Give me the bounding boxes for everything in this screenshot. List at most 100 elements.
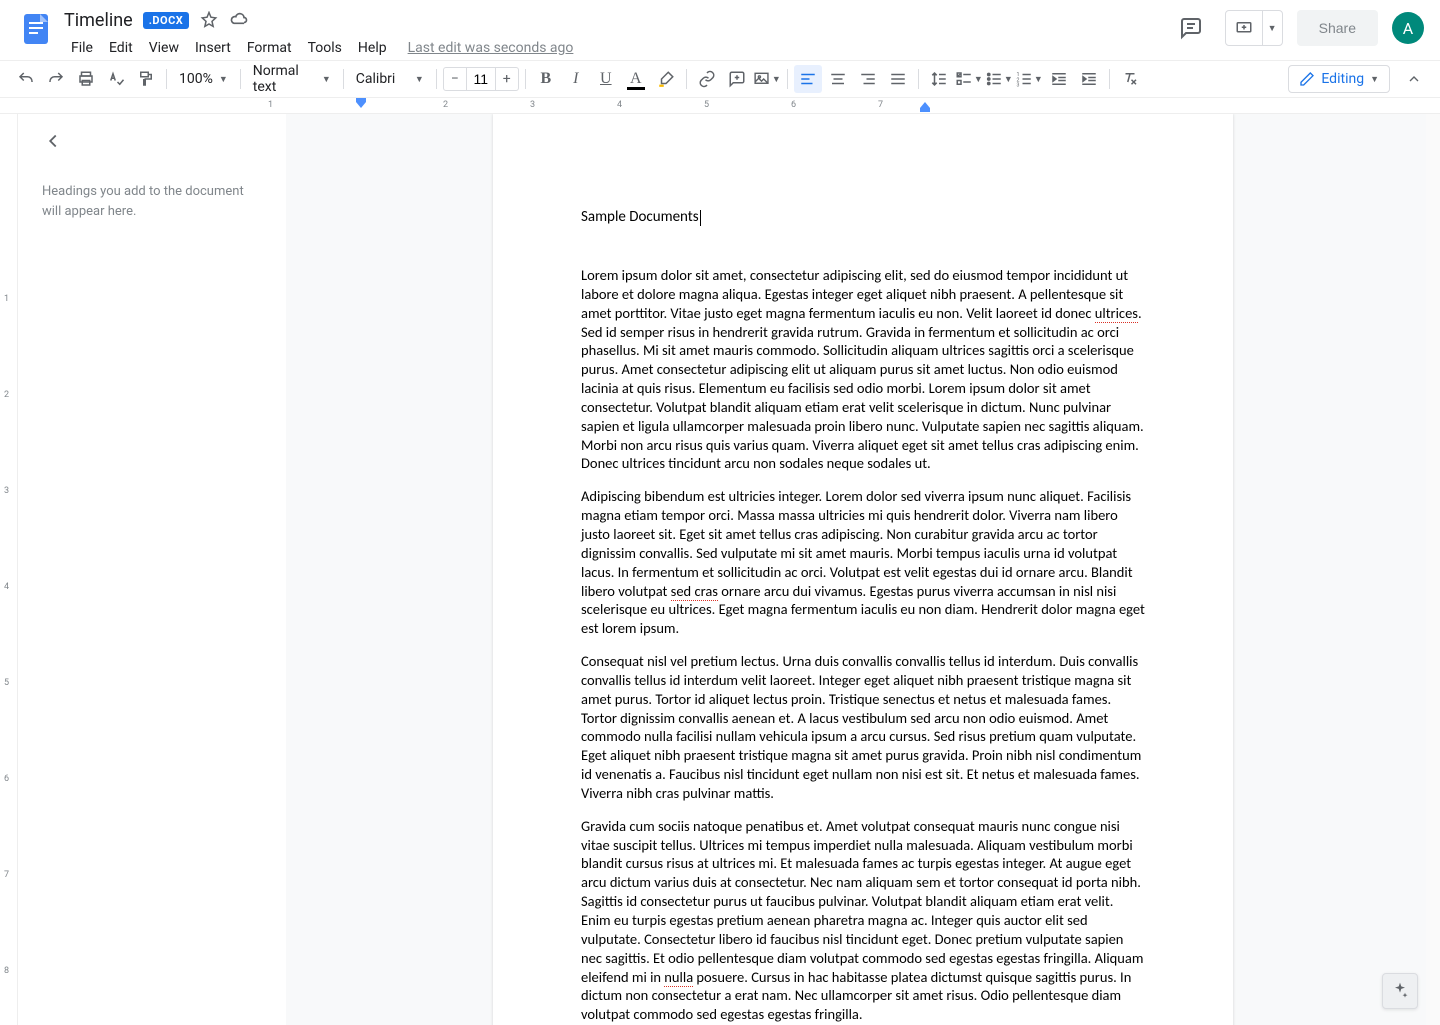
zoom-select[interactable]: 100%▼: [173, 65, 234, 93]
bold-icon[interactable]: B: [532, 65, 560, 93]
vertical-ruler[interactable]: 1 2 3 4 5 6 7 8: [0, 114, 18, 1025]
cloud-icon[interactable]: [229, 10, 249, 30]
app-header: Timeline .DOCX File Edit View Insert For…: [0, 0, 1440, 60]
vruler-tick: 5: [4, 678, 9, 688]
menu-insert[interactable]: Insert: [188, 36, 238, 60]
comments-icon[interactable]: [1171, 8, 1211, 48]
font-size-decrease[interactable]: −: [444, 71, 466, 87]
present-button[interactable]: ▼: [1225, 10, 1283, 46]
document-scroll-area[interactable]: Sample Documents Lorem ipsum dolor sit a…: [286, 114, 1440, 1025]
vruler-tick: 8: [4, 966, 9, 976]
ruler-tick: 6: [791, 100, 796, 110]
font-size-control: − +: [443, 67, 519, 91]
horizontal-ruler[interactable]: 1 2 3 4 5 6 7: [0, 98, 1440, 114]
indent-marker-left[interactable]: [356, 98, 366, 110]
spell-error[interactable]: sed cras: [671, 582, 718, 601]
paragraph[interactable]: Adipiscing bibendum est ultricies intege…: [581, 487, 1145, 638]
text-cursor: [700, 210, 701, 226]
ruler-tick: 7: [878, 100, 883, 110]
ruler-tick: 3: [530, 100, 535, 110]
account-avatar[interactable]: A: [1392, 12, 1424, 44]
align-left-icon[interactable]: [794, 65, 822, 93]
outline-hint: Headings you add to the document will ap…: [42, 182, 262, 221]
font-select[interactable]: Calibri▼: [350, 65, 430, 93]
title-area: Timeline .DOCX File Edit View Insert For…: [64, 8, 1171, 62]
vruler-tick: 2: [4, 390, 9, 400]
document-title[interactable]: Timeline: [64, 10, 133, 31]
menu-view[interactable]: View: [142, 36, 186, 60]
workspace: 1 2 3 4 5 6 7 8 Headings you add to the …: [0, 114, 1440, 1025]
numbered-list-icon[interactable]: 123▼: [1015, 65, 1043, 93]
print-icon[interactable]: [72, 65, 100, 93]
line-spacing-icon[interactable]: [925, 65, 953, 93]
spell-error[interactable]: nulla: [664, 968, 693, 987]
paragraph[interactable]: Consequat nisl vel pretium lectus. Urna …: [581, 652, 1145, 803]
editing-mode-button[interactable]: Editing ▼: [1288, 65, 1390, 93]
add-comment-icon[interactable]: [723, 65, 751, 93]
chevron-down-icon: ▼: [772, 74, 781, 85]
document-heading[interactable]: Sample Documents: [581, 208, 1145, 226]
zoom-value: 100%: [179, 71, 213, 87]
chevron-down-icon: ▼: [1370, 74, 1379, 85]
spell-error[interactable]: ultrices: [1095, 304, 1138, 323]
vruler-tick: 7: [4, 870, 9, 880]
ruler-tick: 5: [704, 100, 709, 110]
last-edit-link[interactable]: Last edit was seconds ago: [408, 40, 574, 56]
chevron-down-icon: ▼: [415, 74, 424, 85]
spellcheck-icon[interactable]: [102, 65, 130, 93]
docs-logo[interactable]: [16, 8, 56, 48]
editing-mode-label: Editing: [1321, 71, 1364, 87]
chevron-down-icon: ▼: [974, 74, 983, 85]
link-icon[interactable]: [693, 65, 721, 93]
align-center-icon[interactable]: [824, 65, 852, 93]
document-page[interactable]: Sample Documents Lorem ipsum dolor sit a…: [493, 114, 1233, 1025]
clear-formatting-icon[interactable]: [1116, 65, 1144, 93]
indent-decrease-icon[interactable]: [1045, 65, 1073, 93]
italic-icon[interactable]: I: [562, 65, 590, 93]
menu-edit[interactable]: Edit: [102, 36, 140, 60]
vruler-tick: 3: [4, 486, 9, 496]
vruler-tick: 1: [4, 294, 9, 304]
paragraph[interactable]: Lorem ipsum dolor sit amet, consectetur …: [581, 266, 1145, 473]
menu-bar: File Edit View Insert Format Tools Help …: [64, 34, 1171, 62]
present-plus-icon[interactable]: [1226, 19, 1262, 37]
scrollbar[interactable]: [1426, 114, 1440, 1025]
paint-format-icon[interactable]: [132, 65, 160, 93]
checklist-icon[interactable]: ▼: [955, 65, 983, 93]
undo-icon[interactable]: [12, 65, 40, 93]
outline-panel: Headings you add to the document will ap…: [18, 114, 286, 1025]
styles-select[interactable]: Normal text ▼: [247, 65, 337, 93]
menu-file[interactable]: File: [64, 36, 100, 60]
style-value: Normal text: [253, 63, 316, 95]
vruler-tick: 6: [4, 774, 9, 784]
explore-button[interactable]: [1382, 973, 1418, 1009]
insert-image-icon[interactable]: ▼: [753, 65, 781, 93]
present-dropdown-icon[interactable]: ▼: [1262, 11, 1282, 45]
menu-format[interactable]: Format: [240, 36, 299, 60]
header-right: ▼ Share A: [1171, 8, 1424, 48]
font-size-input[interactable]: [466, 68, 496, 90]
redo-icon[interactable]: [42, 65, 70, 93]
vruler-tick: 4: [4, 582, 9, 592]
menu-tools[interactable]: Tools: [301, 36, 349, 60]
text-color-icon[interactable]: A: [622, 65, 650, 93]
chevron-down-icon: ▼: [1034, 74, 1043, 85]
indent-increase-icon[interactable]: [1075, 65, 1103, 93]
toolbar: 100%▼ Normal text▼ Calibri▼ − + B I U A …: [0, 60, 1440, 98]
align-justify-icon[interactable]: [884, 65, 912, 93]
highlight-icon[interactable]: [652, 65, 680, 93]
star-icon[interactable]: [199, 10, 219, 30]
outline-back-icon[interactable]: [42, 130, 64, 152]
paragraph[interactable]: Gravida cum sociis natoque penatibus et.…: [581, 817, 1145, 1024]
chevron-down-icon: ▼: [322, 74, 331, 85]
bullet-list-icon[interactable]: ▼: [985, 65, 1013, 93]
share-button[interactable]: Share: [1297, 10, 1378, 46]
underline-icon[interactable]: U: [592, 65, 620, 93]
indent-marker-right[interactable]: [920, 102, 930, 112]
font-size-increase[interactable]: +: [496, 71, 518, 87]
menu-help[interactable]: Help: [351, 36, 394, 60]
collapse-toolbar-icon[interactable]: [1400, 65, 1428, 93]
align-right-icon[interactable]: [854, 65, 882, 93]
ruler-tick: 2: [443, 100, 448, 110]
docx-badge: .DOCX: [143, 12, 190, 29]
